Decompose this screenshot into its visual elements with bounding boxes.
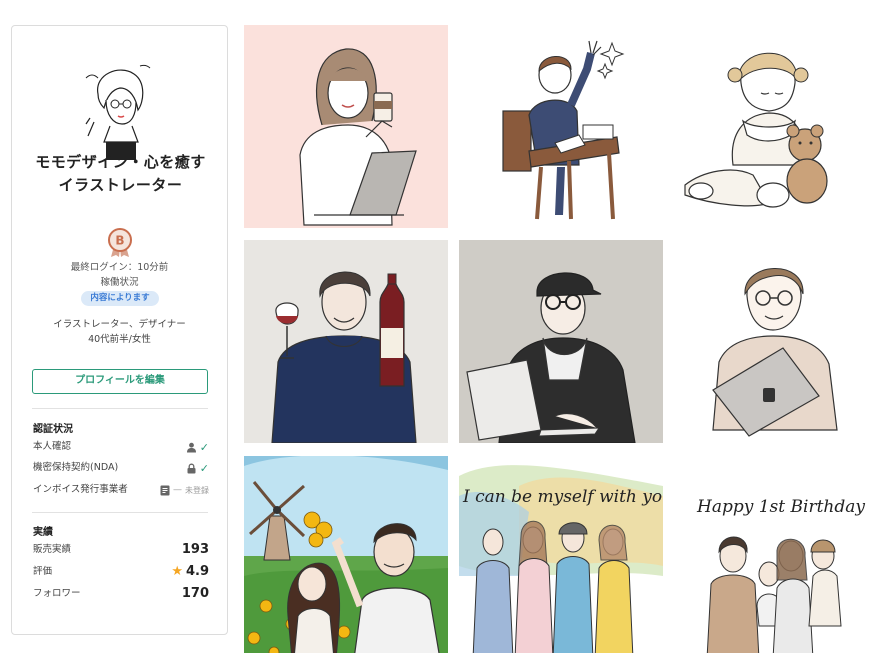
person-icon xyxy=(186,442,196,452)
rank-badge: B xyxy=(107,228,133,258)
verification-nda: 機密保持契約(NDA) ✓ xyxy=(33,460,209,476)
star-icon: ★ xyxy=(171,564,183,579)
portfolio-item-student-raising-hand[interactable] xyxy=(459,25,663,228)
portfolio-item-family-birthday[interactable]: Happy 1st Birthday xyxy=(673,456,877,653)
stat-sales: 販売実績 193 xyxy=(33,542,209,558)
stat-rating: 評価 ★ 4.9 xyxy=(33,564,209,580)
verification-label: 機密保持契約(NDA) xyxy=(33,462,119,473)
verification-invoice: インボイス発行事業者 — 未登録 xyxy=(33,482,209,498)
status-label: 稼働状況 xyxy=(100,277,139,288)
portfolio-item-group-watercolor[interactable]: I can be myself with you xyxy=(459,456,663,653)
document-icon xyxy=(160,485,170,495)
portfolio-item-woman-with-tablet[interactable] xyxy=(673,240,877,443)
status-badge: 内容によります xyxy=(81,291,159,306)
rank-letter: B xyxy=(115,234,124,248)
divider xyxy=(32,512,208,513)
achievements-title: 実績 xyxy=(33,527,53,538)
stat-label: 販売実績 xyxy=(33,544,72,555)
portfolio-item-man-with-wine[interactable] xyxy=(244,240,448,443)
invoice-status: 未登録 xyxy=(185,485,209,495)
verification-label: 本人確認 xyxy=(33,441,72,452)
edit-profile-button[interactable]: プロフィールを編集 xyxy=(32,369,208,394)
profile-name: モモデザイン・心を癒すイラストレーター xyxy=(35,153,206,194)
dash-icon: — xyxy=(173,485,182,495)
verification-identity: 本人確認 ✓ xyxy=(33,439,209,455)
verification-label: インボイス発行事業者 xyxy=(33,484,128,495)
stat-value: 4.9 xyxy=(185,564,209,579)
profile-card: モモデザイン・心を癒すイラストレーター B 最終ログイン：10分前 稼働状況 内… xyxy=(11,25,228,635)
portfolio-item-man-cap-laptop[interactable] xyxy=(459,240,663,443)
stat-label: フォロワー xyxy=(33,588,81,599)
check-icon: ✓ xyxy=(199,461,209,475)
occupation: イラストレーター、デザイナー xyxy=(53,319,186,330)
avatar[interactable] xyxy=(80,60,160,162)
age-gender: 40代前半/女性 xyxy=(88,334,151,345)
stat-followers: フォロワー 170 xyxy=(33,586,209,602)
stat-label: 評価 xyxy=(33,566,53,577)
portfolio-item-couple-windmill-sunflowers[interactable] xyxy=(244,456,448,653)
check-icon: ✓ xyxy=(199,440,209,454)
portfolio-item-child-with-teddy[interactable] xyxy=(673,25,877,228)
stat-value: 193 xyxy=(181,542,209,557)
stat-value: 170 xyxy=(181,586,209,601)
portfolio-item-woman-coffee-laptop[interactable] xyxy=(244,25,448,228)
artwork-caption: I can be myself with you xyxy=(462,487,663,507)
lock-icon xyxy=(187,463,196,473)
divider xyxy=(32,408,208,409)
last-login: 最終ログイン：10分前 xyxy=(70,262,169,273)
verification-title: 認証状況 xyxy=(33,424,73,435)
artwork-caption: Happy 1st Birthday xyxy=(696,497,865,517)
